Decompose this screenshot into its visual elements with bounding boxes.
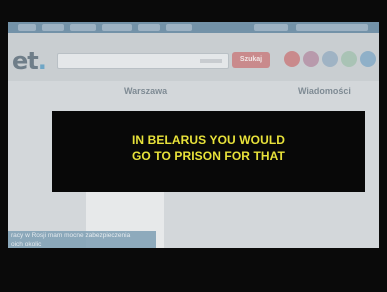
nav-link	[296, 24, 368, 31]
search-input	[57, 53, 229, 69]
video-frame: et. Szukaj Warszawa Wiadomości racy w Ro…	[0, 0, 387, 292]
site-logo: et.	[12, 47, 47, 75]
service-icon	[322, 51, 338, 67]
search-button: Szukaj	[232, 52, 270, 68]
service-icon	[303, 51, 319, 67]
nav-link	[254, 24, 288, 31]
section-title: Wiadomości	[298, 86, 351, 96]
subtitle-box: IN BELARUS YOU WOULD GO TO PRISON FOR TH…	[52, 111, 365, 192]
subtitle-line: IN BELARUS YOU WOULD	[131, 133, 286, 147]
section-title: Warszawa	[124, 86, 168, 96]
news-caption-line: racy w Rosji mam mocne zabezpieczenia	[11, 232, 131, 239]
nav-link	[102, 24, 132, 31]
subtitle-text: IN BELARUS YOU WOULD GO TO PRISON FOR TH…	[52, 132, 365, 164]
service-icon	[360, 51, 376, 67]
site-top-navigation	[8, 22, 379, 33]
nav-link	[42, 24, 64, 31]
logo-dot: .	[37, 47, 47, 75]
subtitle-line: GO TO PRISON FOR THAT	[132, 149, 285, 163]
site-header: et. Szukaj	[8, 33, 379, 81]
nav-link	[18, 24, 36, 31]
nav-link	[138, 24, 160, 31]
service-icon	[284, 51, 300, 67]
news-caption-line: oich okolic	[11, 241, 42, 248]
nav-link	[166, 24, 192, 31]
search-hint	[200, 59, 222, 63]
service-icon	[341, 51, 357, 67]
news-caption: racy w Rosji mam mocne zabezpieczenia oi…	[8, 231, 156, 248]
logo-text: et	[12, 47, 39, 75]
nav-link	[70, 24, 96, 31]
